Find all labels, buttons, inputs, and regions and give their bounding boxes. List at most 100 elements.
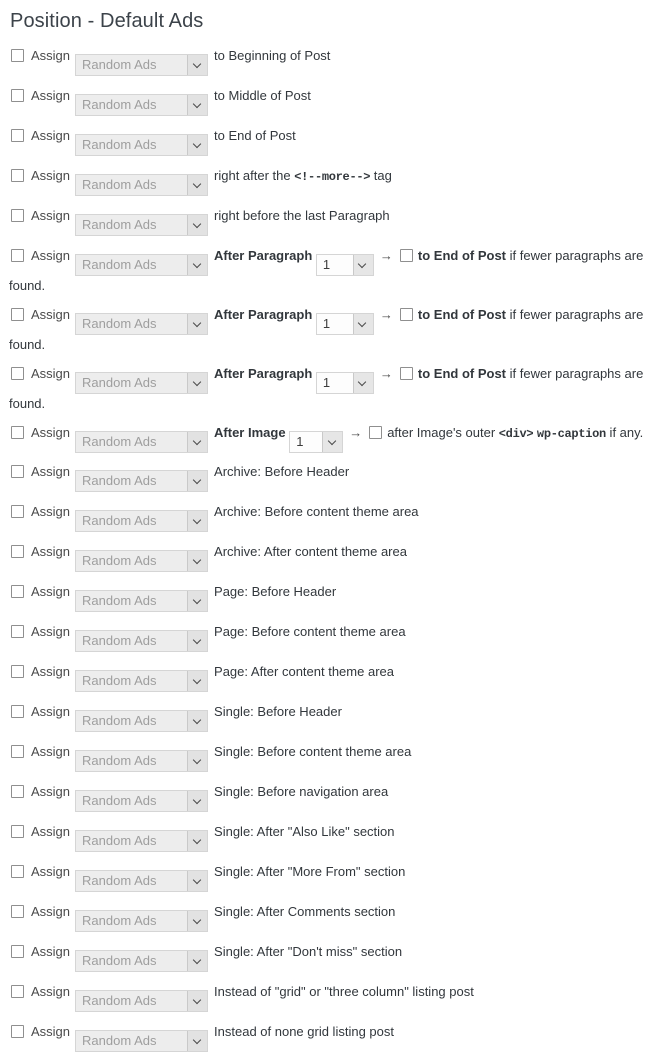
ad-select[interactable]: Random Ads <box>75 470 209 492</box>
ad-select[interactable]: Random Ads <box>75 431 209 453</box>
row-enable-checkbox[interactable] <box>11 865 24 878</box>
row-enable-checkbox[interactable] <box>11 545 24 558</box>
row-enable-checkbox[interactable] <box>11 785 24 798</box>
row-enable-checkbox[interactable] <box>11 585 24 598</box>
ad-select[interactable]: Random Ads <box>75 830 209 852</box>
fallback-end-of-post-checkbox[interactable] <box>399 308 413 321</box>
position-label: right before the last Paragraph <box>214 208 390 223</box>
position-row: Assign Random Ads Single: Before content t… <box>9 742 661 772</box>
position-label-target: End of Post <box>228 128 296 143</box>
fallback-target-label: to End of Post <box>417 366 507 381</box>
after-paragraph-row: Assign Random Ads After Paragraph 1 → to End… <box>9 305 661 355</box>
ad-select-value: Random Ads <box>82 257 157 272</box>
fallback-end-of-post-checkbox[interactable] <box>399 367 413 380</box>
row-enable-checkbox[interactable] <box>11 505 24 518</box>
assign-label: Assign <box>31 248 71 263</box>
assign-label: Assign <box>31 584 71 599</box>
ad-select[interactable]: Random Ads <box>75 630 209 652</box>
position-row: Assign Random Ads Instead of "grid" or "th… <box>9 982 661 1012</box>
ad-select[interactable]: Random Ads <box>75 510 209 532</box>
ad-select-value: Random Ads <box>82 57 157 72</box>
image-caption-checkbox[interactable] <box>369 426 383 439</box>
assign-label: Assign <box>31 168 71 183</box>
position-label: to End of Post <box>214 128 296 143</box>
ad-select-value: Random Ads <box>82 833 157 848</box>
position-row: Assign Random Ads Page: After content them… <box>9 662 661 692</box>
row-enable-checkbox[interactable] <box>11 89 24 102</box>
paragraph-number-select[interactable]: 1 <box>315 313 374 335</box>
ad-select-value: Random Ads <box>82 316 157 331</box>
ad-select-value: Random Ads <box>82 513 157 528</box>
position-label-target: Beginning of Post <box>228 48 331 63</box>
chevron-down-icon <box>187 631 208 651</box>
row-enable-checkbox[interactable] <box>11 625 24 638</box>
ad-select[interactable]: Random Ads <box>75 54 209 76</box>
row-enable-checkbox[interactable] <box>11 1025 24 1038</box>
paragraph-number-select[interactable]: 1 <box>315 372 374 394</box>
ad-select[interactable]: Random Ads <box>75 950 209 972</box>
assign-label: Assign <box>31 664 71 679</box>
position-label: Instead of "grid" or "three column" list… <box>214 984 474 999</box>
row-enable-checkbox[interactable] <box>11 129 24 142</box>
chevron-down-icon <box>187 911 208 931</box>
row-enable-checkbox[interactable] <box>11 985 24 998</box>
assign-label: Assign <box>31 944 71 959</box>
position-label: Archive: Before Header <box>214 464 350 479</box>
ad-select[interactable]: Random Ads <box>75 1030 209 1052</box>
ad-select[interactable]: Random Ads <box>75 750 209 772</box>
ad-select[interactable]: Random Ads <box>75 550 209 572</box>
image-caption-prefix: after Image's outer <box>387 425 499 440</box>
ad-select-value: Random Ads <box>82 713 157 728</box>
ad-select-value: Random Ads <box>82 593 157 608</box>
position-row: Assign Random Ads to Middle of Post <box>9 86 661 116</box>
ad-select[interactable]: Random Ads <box>75 670 209 692</box>
ad-select[interactable]: Random Ads <box>75 590 209 612</box>
position-row: Assign Random Ads Single: After Comments s… <box>9 902 661 932</box>
chevron-down-icon <box>352 255 373 275</box>
fallback-end-of-post-checkbox[interactable] <box>399 249 413 262</box>
ad-select[interactable]: Random Ads <box>75 254 209 276</box>
ad-select[interactable]: Random Ads <box>75 710 209 732</box>
chevron-down-icon <box>322 432 343 452</box>
ad-select[interactable]: Random Ads <box>75 214 209 236</box>
ad-select[interactable]: Random Ads <box>75 174 209 196</box>
fallback-target-label: to End of Post <box>417 307 507 322</box>
row-enable-checkbox[interactable] <box>11 945 24 958</box>
ad-select[interactable]: Random Ads <box>75 870 209 892</box>
paragraph-number-select-value: 1 <box>316 373 353 393</box>
row-enable-checkbox[interactable] <box>11 745 24 758</box>
row-enable-checkbox[interactable] <box>11 426 24 439</box>
row-enable-checkbox[interactable] <box>11 705 24 718</box>
position-row: Assign Random Ads right before the last Pa… <box>9 206 661 236</box>
chevron-down-icon <box>352 373 373 393</box>
assign-label: Assign <box>31 784 71 799</box>
position-label-target: Middle of Post <box>228 88 311 103</box>
image-number-select[interactable]: 1 <box>289 431 344 453</box>
ad-select[interactable]: Random Ads <box>75 910 209 932</box>
wp-caption-code: wp-caption <box>536 427 606 441</box>
position-label: Single: After Comments section <box>214 904 396 919</box>
row-enable-checkbox[interactable] <box>11 465 24 478</box>
row-enable-checkbox[interactable] <box>11 169 24 182</box>
position-row: Assign Random Ads Archive: After content t… <box>9 542 661 572</box>
row-enable-checkbox[interactable] <box>11 665 24 678</box>
row-enable-checkbox[interactable] <box>11 249 24 262</box>
ad-select[interactable]: Random Ads <box>75 372 209 394</box>
row-enable-checkbox[interactable] <box>11 905 24 918</box>
row-enable-checkbox[interactable] <box>11 367 24 380</box>
more-tag-code: <!--more--> <box>294 170 371 184</box>
ad-select[interactable]: Random Ads <box>75 134 209 156</box>
ad-select[interactable]: Random Ads <box>75 313 209 335</box>
ad-select[interactable]: Random Ads <box>75 94 209 116</box>
row-enable-checkbox[interactable] <box>11 825 24 838</box>
position-row: Assign Random Ads Single: Before Header <box>9 702 661 732</box>
row-enable-checkbox[interactable] <box>11 308 24 321</box>
paragraph-number-select[interactable]: 1 <box>315 254 374 276</box>
row-enable-checkbox[interactable] <box>11 209 24 222</box>
position-label-suffix: tag <box>370 168 392 183</box>
ad-select[interactable]: Random Ads <box>75 990 209 1012</box>
ad-select[interactable]: Random Ads <box>75 790 209 812</box>
ad-select-value: Random Ads <box>82 673 157 688</box>
row-enable-checkbox[interactable] <box>11 49 24 62</box>
assign-label: Assign <box>31 544 71 559</box>
